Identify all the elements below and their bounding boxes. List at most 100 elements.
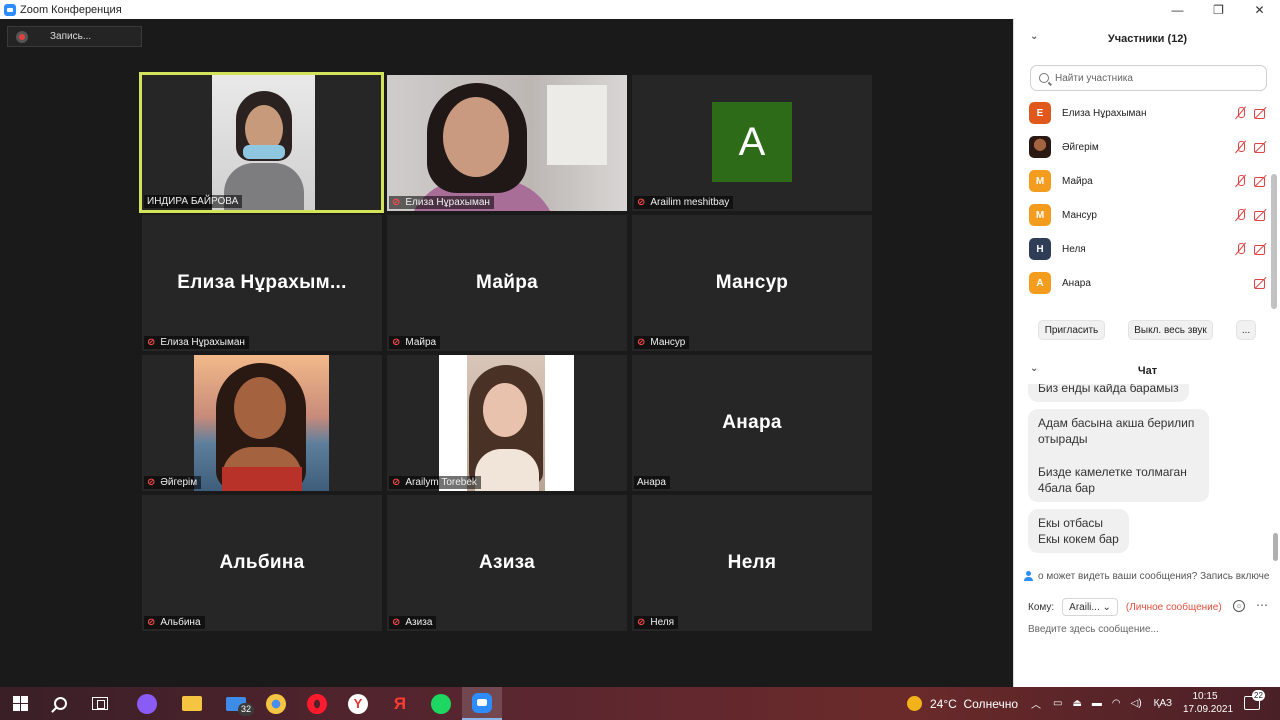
video-off-icon[interactable] — [1254, 209, 1268, 221]
taskbar-search-button[interactable] — [40, 687, 80, 720]
muted-mic-icon: ⊘ — [637, 617, 646, 628]
video-off-icon[interactable] — [1254, 107, 1268, 119]
video-tile[interactable]: Елиза Нұрахым... ⊘ Елиза Нұрахыман — [142, 215, 382, 351]
participant-video — [439, 355, 574, 491]
system-tray-icons: ︿ ▭ ⏏ ▬ ◠ ◁) ҚАЗ — [1031, 687, 1172, 720]
mail-unread-badge: 32 — [238, 703, 255, 716]
participant-item[interactable]: М Мансур — [1014, 198, 1272, 232]
chevron-down-icon[interactable]: ⌄ — [1030, 31, 1038, 42]
window-controls: — ❐ ✕ — [1157, 0, 1280, 19]
chat-scrollbar[interactable] — [1273, 533, 1278, 561]
tile-name-label: ⊘ Arailim meshitbay — [634, 196, 734, 209]
maximize-button[interactable]: ❐ — [1198, 0, 1239, 19]
participant-search-input[interactable] — [1055, 72, 1255, 84]
participant-display-name: Майра — [476, 272, 538, 293]
chat-message-input[interactable] — [1028, 621, 1268, 637]
video-tile[interactable]: Анара Анара — [632, 355, 872, 491]
participants-header[interactable]: ⌄ Участники (12) — [1014, 29, 1280, 49]
chevron-down-icon[interactable]: ⌄ — [1030, 363, 1038, 374]
participant-avatar: М — [1029, 204, 1051, 226]
taskbar-app-spotify[interactable] — [421, 687, 461, 720]
taskbar-app-yandex[interactable]: Я — [380, 687, 420, 720]
chat-recipient-row: Кому: Araili... ⌄ (Личное сообщение) ☺ ⋯ — [1028, 598, 1278, 616]
video-tile[interactable]: ⊘ Arailym Torebek — [387, 355, 627, 491]
video-tile[interactable]: Мансур ⊘ Мансур — [632, 215, 872, 351]
muted-mic-icon: ⊘ — [147, 617, 156, 628]
wifi-icon[interactable]: ◠ — [1112, 698, 1121, 709]
minimize-button[interactable]: — — [1157, 0, 1198, 19]
participants-scrollbar[interactable] — [1271, 174, 1277, 309]
muted-mic-icon[interactable] — [1234, 141, 1248, 153]
video-tile[interactable]: ⊘ Елиза Нұрахыман — [387, 75, 627, 211]
battery-icon[interactable]: ▬ — [1092, 698, 1102, 709]
more-options-button[interactable]: ... — [1236, 320, 1256, 340]
recipient-select[interactable]: Araili... ⌄ — [1062, 598, 1118, 616]
camera-tray-icon[interactable]: ▭ — [1053, 698, 1062, 709]
participant-item[interactable]: М Майра — [1014, 164, 1272, 198]
muted-mic-icon[interactable] — [1234, 175, 1248, 187]
taskbar-clock[interactable]: 10:15 17.09.2021 — [1183, 690, 1233, 716]
chat-header[interactable]: ⌄ Чат — [1014, 361, 1280, 381]
video-off-icon[interactable] — [1254, 243, 1268, 255]
taskbar-app-zoom[interactable] — [462, 687, 502, 720]
video-tile-active-speaker[interactable]: ИНДИРА БАЙРОВА — [139, 72, 384, 213]
usb-icon[interactable]: ⏏ — [1072, 698, 1081, 709]
participant-item[interactable]: А Анара — [1014, 266, 1272, 300]
video-tile[interactable]: ⊘ Әйгерім — [142, 355, 382, 491]
participant-item[interactable]: Е Елиза Нұрахыман — [1014, 96, 1272, 130]
video-off-icon[interactable] — [1254, 175, 1268, 187]
window-title: Zoom Конференция — [20, 3, 122, 16]
video-tile[interactable]: Азиза ⊘ Азиза — [387, 495, 627, 631]
muted-mic-icon[interactable] — [1234, 107, 1248, 119]
participant-item[interactable]: Әйгерім — [1014, 130, 1272, 164]
tile-name-label: Анара — [634, 476, 670, 489]
taskbar-app-opera[interactable] — [297, 687, 337, 720]
participant-search[interactable] — [1030, 65, 1267, 91]
video-tile[interactable]: A ⊘ Arailim meshitbay — [632, 75, 872, 211]
video-tile[interactable]: Майра ⊘ Майра — [387, 215, 627, 351]
participant-video — [387, 75, 627, 211]
muted-mic-icon: ⊘ — [392, 337, 401, 348]
task-view-button[interactable] — [80, 687, 120, 720]
taskbar-app-chrome[interactable] — [256, 687, 296, 720]
taskbar-app-alice[interactable] — [127, 687, 167, 720]
search-icon — [53, 697, 67, 710]
notifications-badge: 22 — [1252, 690, 1265, 701]
recording-indicator[interactable]: Запись... — [7, 26, 142, 47]
chat-message: Екы отбасы Екы кокем бар — [1028, 509, 1129, 553]
participants-list: Е Елиза Нұрахыман Әйгерім М Майра М Манс… — [1014, 96, 1272, 300]
task-view-icon — [92, 697, 108, 710]
emoji-icon[interactable]: ☺ — [1233, 600, 1245, 612]
tile-name-label: ИНДИРА БАЙРОВА — [144, 195, 243, 208]
yandex-icon: Я — [393, 693, 407, 713]
participant-avatar: Е — [1029, 102, 1051, 124]
participant-name: Мансур — [1062, 209, 1097, 221]
tile-name-label: ⊘ Елиза Нұрахыман — [144, 336, 249, 349]
video-off-icon[interactable] — [1254, 277, 1268, 289]
tile-name-label: ⊘ Әйгерім — [144, 476, 202, 489]
start-button[interactable] — [0, 687, 40, 720]
weather-widget[interactable]: 24°C Солнечно — [907, 687, 1018, 720]
participant-display-name: Неля — [727, 552, 777, 573]
participant-item[interactable]: Н Неля — [1014, 232, 1272, 266]
mute-all-button[interactable]: Выкл. весь звук — [1128, 320, 1213, 340]
video-off-icon[interactable] — [1254, 141, 1268, 153]
close-button[interactable]: ✕ — [1239, 0, 1280, 19]
muted-mic-icon[interactable] — [1234, 209, 1248, 221]
search-icon — [1039, 73, 1049, 83]
more-icon[interactable]: ⋯ — [1256, 598, 1268, 612]
invite-button[interactable]: Пригласить — [1038, 320, 1105, 340]
muted-mic-icon[interactable] — [1234, 243, 1248, 255]
participant-display-name: Азиза — [478, 552, 536, 573]
volume-icon[interactable]: ◁) — [1131, 698, 1142, 709]
chevron-up-icon[interactable]: ︿ — [1031, 696, 1041, 711]
chat-privacy-notice[interactable]: о может видеть ваши сообщения? Запись вк… — [1024, 569, 1280, 583]
participant-display-name: Анара — [722, 412, 782, 433]
video-tile[interactable]: Неля ⊘ Неля — [632, 495, 872, 631]
chat-messages: Биз енды кайда барамыз Адам басына акша … — [1014, 384, 1280, 559]
taskbar-app-explorer[interactable] — [172, 687, 212, 720]
taskbar-app-yandex-browser[interactable]: Y — [338, 687, 378, 720]
language-indicator[interactable]: ҚАЗ — [1154, 698, 1172, 709]
folder-icon — [182, 696, 202, 711]
video-tile[interactable]: Альбина ⊘ Альбина — [142, 495, 382, 631]
